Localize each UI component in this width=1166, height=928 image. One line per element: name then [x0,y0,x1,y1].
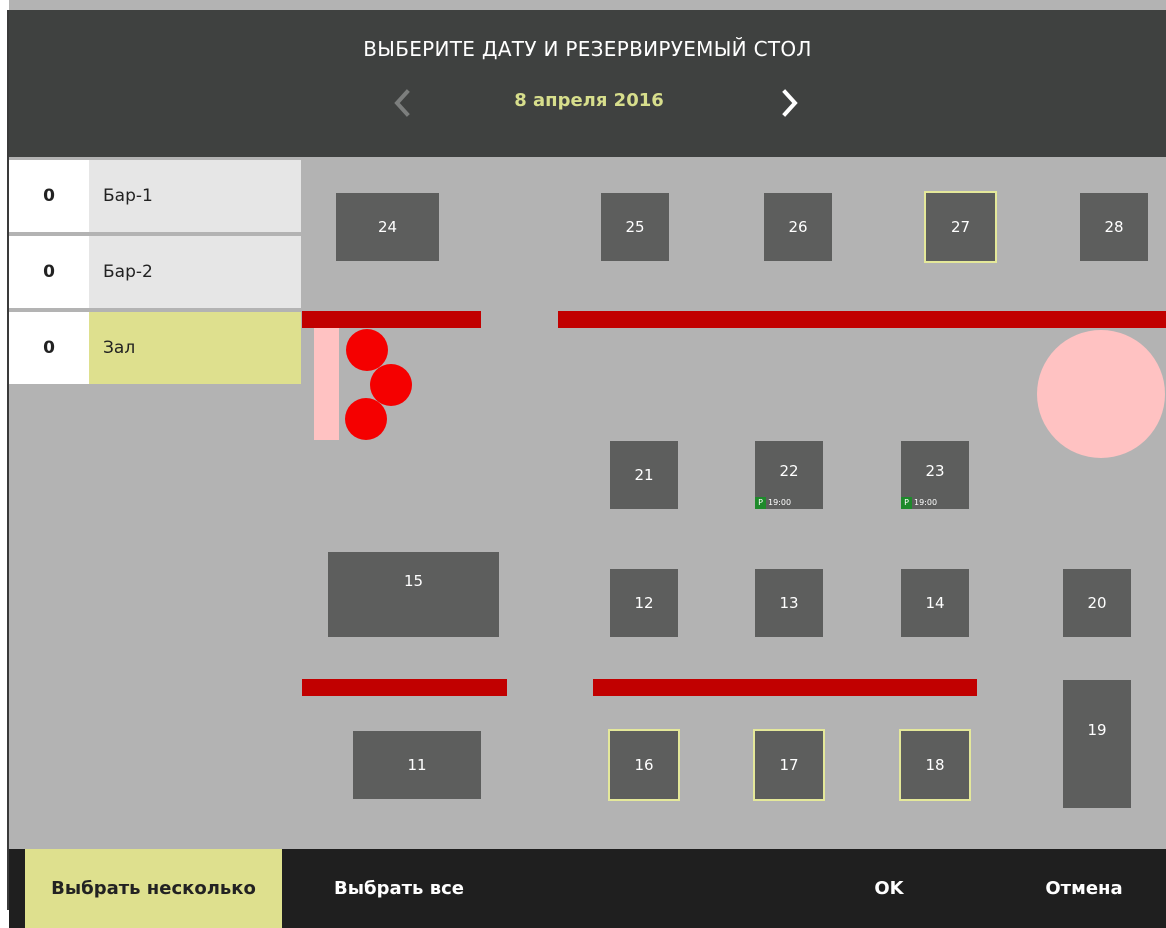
table-24[interactable]: 24 [336,193,439,261]
table-number: 18 [925,756,945,774]
zone-item-bar-1[interactable]: 0 Бар-1 [9,160,301,232]
next-date-button[interactable] [774,88,804,118]
page-title: ВЫБЕРИТЕ ДАТУ И РЕЗЕРВИРУЕМЫЙ СТОЛ [363,37,812,61]
table-number: 13 [779,594,799,612]
bar-stool [370,364,412,406]
table-number: 28 [1104,218,1124,236]
table-19[interactable]: 19 [1063,680,1131,808]
zone-item-bar-2[interactable]: 0 Бар-2 [9,236,301,308]
table-number: 23 [925,462,945,480]
table-number: 17 [779,756,799,774]
round-decor [1037,330,1165,458]
table-11[interactable]: 11 [353,731,481,799]
table-12[interactable]: 12 [610,569,678,637]
ok-button[interactable]: OK [829,849,949,928]
table-number: 21 [634,466,654,484]
table-number: 22 [779,462,799,480]
chevron-right-icon [782,89,798,117]
zone-count: 0 [9,312,89,384]
wall [593,679,977,696]
table-27[interactable]: 27 [924,191,997,263]
table-17[interactable]: 17 [753,729,825,801]
table-23[interactable]: 23 Р 19:00 [901,441,969,509]
prev-date-button[interactable] [388,88,418,118]
select-multiple-button[interactable]: Выбрать несколько [25,849,282,928]
reservation-time: 19:00 [768,498,792,507]
reservation-time: 19:00 [914,498,938,507]
table-13[interactable]: 13 [755,569,823,637]
table-number: 19 [1087,721,1107,739]
reservation-dialog: ВЫБЕРИТЕ ДАТУ И РЕЗЕРВИРУЕМЫЙ СТОЛ 8 апр… [9,0,1166,928]
table-number: 27 [950,218,971,236]
table-28[interactable]: 28 [1080,193,1148,261]
cancel-button[interactable]: Отмена [1019,849,1149,928]
table-number: 25 [625,218,645,236]
table-22[interactable]: 22 Р 19:00 [755,441,823,509]
table-number: 15 [403,571,424,590]
reservation-badge: Р 19:00 [901,497,937,509]
zone-count: 0 [9,236,89,308]
table-number: 26 [788,218,808,236]
zone-count: 0 [9,160,89,232]
table-26[interactable]: 26 [764,193,832,261]
footer-toolbar: Выбрать несколько Выбрать все OK Отмена [9,849,1166,928]
current-date: 8 апреля 2016 [514,90,664,111]
reservation-mark: Р [755,497,766,509]
wall [302,679,507,696]
table-20[interactable]: 20 [1063,569,1131,637]
table-18[interactable]: 18 [899,729,971,801]
header: ВЫБЕРИТЕ ДАТУ И РЕЗЕРВИРУЕМЫЙ СТОЛ 8 апр… [9,10,1166,157]
zone-name: Зал [89,312,301,384]
table-25[interactable]: 25 [601,193,669,261]
table-number: 20 [1087,594,1107,612]
bar-counter [314,328,339,440]
reservation-mark: Р [901,497,912,509]
table-number: 24 [377,218,398,236]
reservation-badge: Р 19:00 [755,497,791,509]
zone-name: Бар-2 [89,236,301,308]
zone-list: 0 Бар-1 0 Бар-2 0 Зал [9,160,301,388]
select-all-button[interactable]: Выбрать все [309,849,489,928]
table-number: 12 [634,594,654,612]
table-14[interactable]: 14 [901,569,969,637]
table-21[interactable]: 21 [610,441,678,509]
table-number: 11 [407,756,427,774]
wall [302,311,481,328]
wall [558,311,1166,328]
chevron-left-icon [394,89,410,117]
table-number: 14 [925,594,945,612]
bar-stool [345,398,387,440]
zone-item-hall[interactable]: 0 Зал [9,312,301,384]
table-number: 16 [634,756,654,774]
table-16[interactable]: 16 [608,729,680,801]
table-15[interactable]: 15 [328,552,499,637]
bar-stool [346,329,388,371]
window-edge [0,0,9,928]
zone-name: Бар-1 [89,160,301,232]
